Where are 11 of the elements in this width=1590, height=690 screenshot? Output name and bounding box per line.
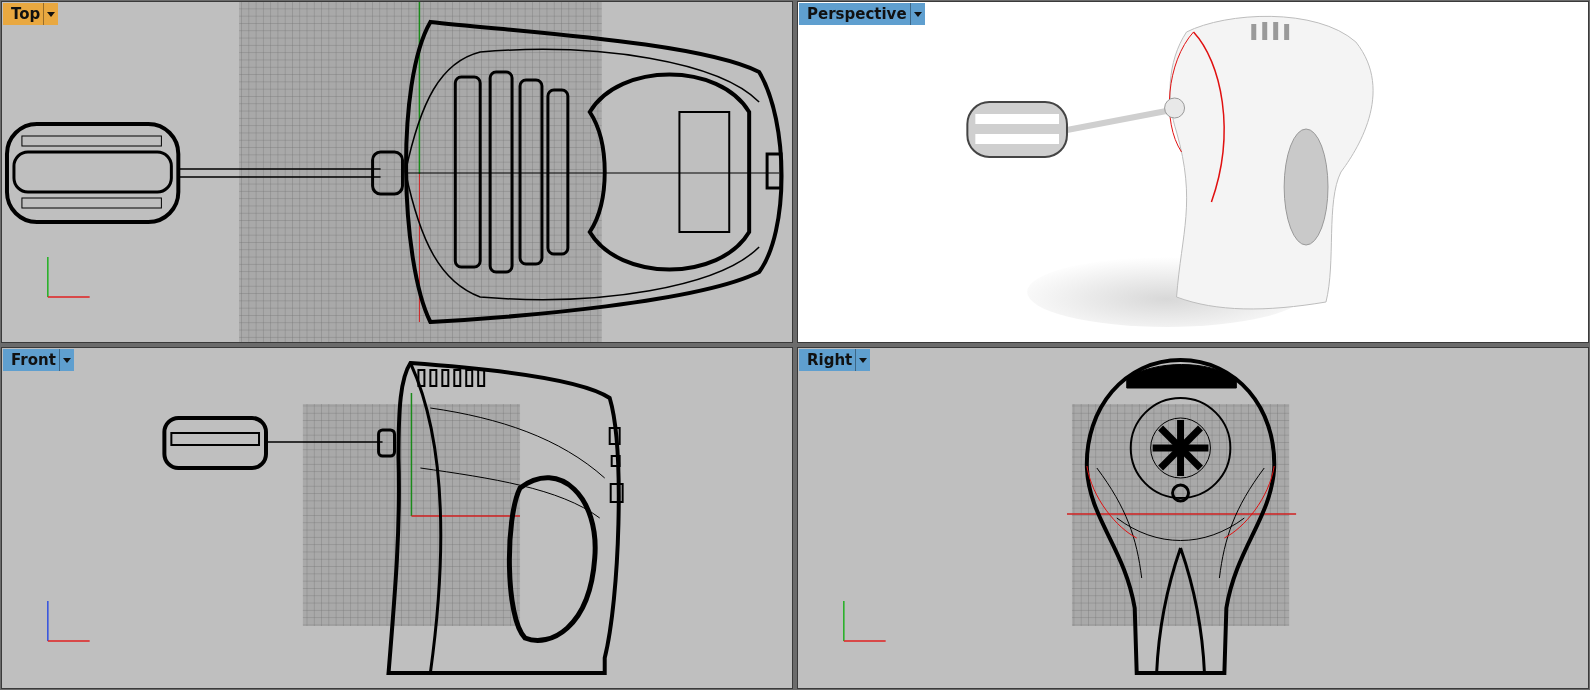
viewport-tab[interactable]: Top (3, 3, 59, 25)
caret-icon (62, 357, 71, 363)
viewport-tab[interactable]: Right (799, 349, 871, 371)
axis-icon (47, 600, 91, 642)
caret-icon (913, 11, 922, 17)
viewport-tab[interactable]: Front (3, 349, 74, 371)
viewport-tab[interactable]: Perspective (799, 3, 925, 25)
caret-icon (859, 357, 868, 363)
axis-icon (843, 600, 887, 642)
caret-icon (47, 11, 56, 17)
axis-icon (47, 256, 91, 298)
